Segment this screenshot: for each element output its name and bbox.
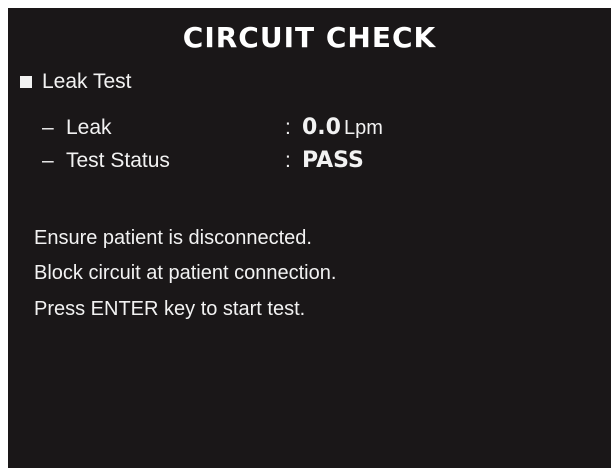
- status-value-group: PASS: [302, 147, 364, 173]
- test-status-row: – Test Status: [42, 149, 170, 173]
- leak-colon: :: [285, 116, 291, 139]
- leak-label: Leak: [66, 116, 112, 139]
- square-bullet-icon: [20, 76, 32, 88]
- leak-value-group: 0.0 Lpm: [302, 114, 383, 140]
- leak-dash: –: [42, 116, 54, 139]
- instruction-line-3: Press ENTER key to start test.: [34, 298, 306, 320]
- test-status-value: PASS: [302, 148, 364, 173]
- leak-test-section-header: Leak Test: [20, 70, 132, 94]
- status-dash: –: [42, 149, 54, 172]
- leak-unit: Lpm: [343, 117, 383, 139]
- circuit-check-screen: CIRCUIT CHECK Leak Test – Leak : 0.0 Lpm –…: [8, 8, 611, 468]
- test-status-label: Test Status: [66, 149, 170, 172]
- status-colon: :: [285, 149, 291, 172]
- leak-value: 0.0: [302, 115, 341, 140]
- instruction-line-2: Block circuit at patient connection.: [34, 262, 337, 284]
- screen-title: CIRCUIT CHECK: [182, 21, 437, 54]
- instruction-line-1: Ensure patient is disconnected.: [34, 227, 312, 249]
- leak-row: – Leak: [42, 116, 112, 140]
- leak-test-label: Leak Test: [42, 70, 132, 93]
